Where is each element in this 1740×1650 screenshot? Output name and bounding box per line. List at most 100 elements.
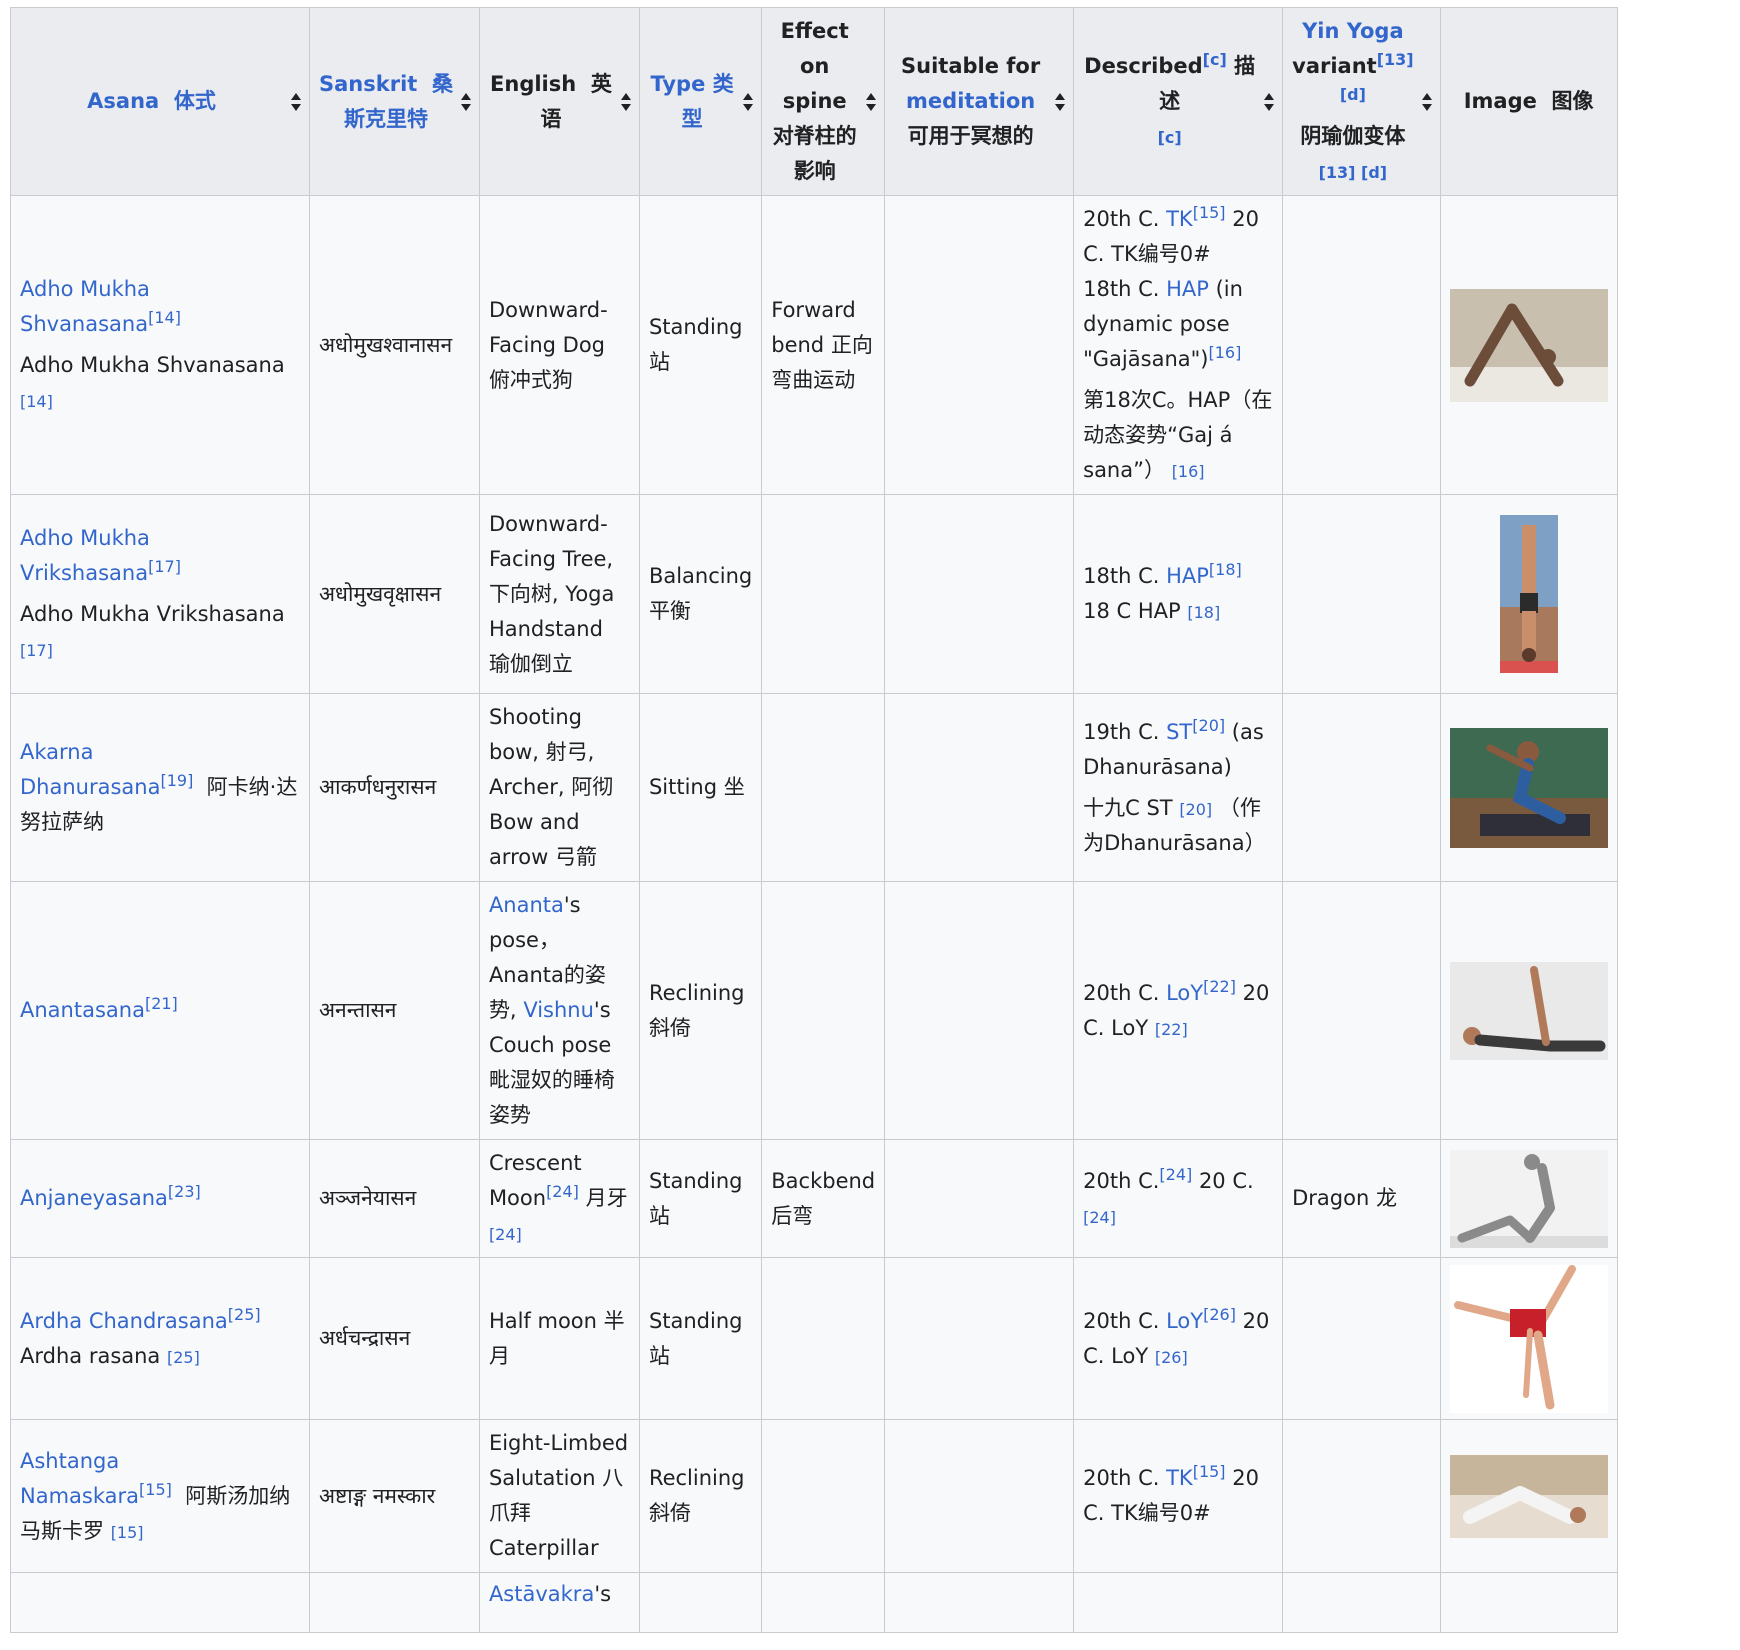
source-link[interactable]: TK (1166, 1466, 1193, 1490)
described-text: 20th C. (1083, 1308, 1160, 1333)
ref-link[interactable]: [16] (1208, 343, 1241, 362)
downward-dog-photo[interactable] (1449, 288, 1608, 402)
col-header-type[interactable]: Type 类型 (638, 7, 763, 196)
sort-icon[interactable] (1421, 92, 1432, 111)
english-cell: Eight-Limbed Salutation 八爪拜 Caterpillar (478, 1419, 640, 1573)
ref-link[interactable]: [15] (139, 1480, 172, 1499)
sanskrit-cell: अष्टाङ्ग नमस्कार (309, 1419, 480, 1573)
col-header-described[interactable]: Described[c] 描述 [c] (1073, 7, 1284, 196)
col-header-asana[interactable]: Asana 体式 (10, 7, 310, 196)
table-row: Adho Mukha Vrikshasana[17] Adho Mukha Vr… (10, 494, 1618, 694)
asana-link[interactable]: Adho Mukha Vrikshasana (20, 526, 150, 585)
table-row: Ashtanga Namaskara[15] 阿斯汤加纳马斯卡罗 [15] अष… (10, 1419, 1618, 1573)
ref-link[interactable]: [14] (20, 392, 53, 411)
ref-link[interactable]: [22] (1203, 977, 1236, 996)
english-text: 's (594, 1582, 612, 1606)
sort-icon[interactable] (291, 92, 301, 111)
english-cell: Ananta's pose，Ananta的姿势, Vishnu's Couch … (478, 881, 640, 1140)
sort-icon[interactable] (743, 92, 754, 111)
english-link[interactable]: Ananta (489, 893, 564, 917)
ref-link[interactable]: [17] (148, 557, 181, 576)
ref-link[interactable]: [24] (546, 1182, 579, 1201)
source-link[interactable]: HAP (1166, 564, 1209, 588)
sort-icon[interactable] (620, 92, 631, 111)
english-cell: Crescent Moon[24] 月牙 [24] (478, 1139, 640, 1258)
described-header-ref[interactable]: [c] (1158, 128, 1182, 147)
asana-cell: Akarna Dhanurasana[19] 阿卡纳·达努拉萨纳 (10, 693, 310, 882)
english-link[interactable]: Vishnu (523, 998, 594, 1022)
anantasana-photo[interactable] (1449, 961, 1608, 1060)
ref-link[interactable]: [18] (1209, 560, 1242, 579)
ref-link[interactable]: [16] (1172, 462, 1205, 481)
asana-link[interactable]: Ashtanga Namaskara (20, 1449, 139, 1508)
sort-icon[interactable] (866, 92, 877, 111)
described-header-sup[interactable]: [c] (1203, 50, 1227, 69)
ref-link[interactable]: [24] (489, 1225, 522, 1244)
asana-link[interactable]: Anantasana (20, 998, 145, 1022)
ref-link[interactable]: [26] (1155, 1348, 1188, 1367)
sort-icon[interactable] (1264, 92, 1275, 111)
crescent-moon-illustration[interactable] (1449, 1149, 1608, 1248)
ref-link[interactable]: [20] (1192, 716, 1225, 735)
ref-link[interactable]: [15] (111, 1523, 144, 1542)
eight-limbed-photo[interactable] (1449, 1454, 1608, 1538)
ref-link[interactable]: [17] (20, 641, 53, 660)
sanskrit-cell: अनन्तासन (309, 881, 480, 1140)
yin-header-ref[interactable]: [13] [d] (1319, 163, 1388, 182)
ref-link[interactable]: [23] (168, 1182, 201, 1201)
meditation-cell (884, 195, 1075, 495)
sort-icon[interactable] (1055, 92, 1066, 111)
asana-link[interactable]: Akarna Dhanurasana (20, 740, 160, 799)
english-link[interactable]: Astāvakra (489, 1582, 594, 1606)
col-header-spine[interactable]: Effect on spine 对脊柱的影响 (761, 7, 886, 196)
asana-header-link[interactable]: Asana (87, 89, 159, 113)
col-header-yin[interactable]: Yin Yoga variant[13][d] 阴瑜伽变体 [13] [d] (1282, 7, 1441, 196)
source-link[interactable]: LoY (1166, 981, 1203, 1005)
asana-header-cn[interactable]: 体式 (174, 89, 216, 113)
ref-link[interactable]: [21] (145, 994, 178, 1013)
archer-pose-photo[interactable] (1449, 727, 1608, 848)
english-cell: Half moon 半月 (478, 1257, 640, 1420)
image-header-label: Image (1463, 89, 1537, 113)
yin-cell: Dragon 龙 (1282, 1139, 1441, 1258)
table-row: Anantasana[21] अनन्तासन Ananta's pose，An… (10, 881, 1618, 1140)
ref-link[interactable]: [26] (1203, 1305, 1236, 1324)
ref-link[interactable]: [20] (1179, 800, 1212, 819)
ref-link[interactable]: [18] (1187, 603, 1220, 622)
sort-icon[interactable] (460, 92, 471, 111)
source-link[interactable]: LoY (1166, 1309, 1203, 1333)
ref-link[interactable]: [14] (148, 308, 181, 327)
ref-link[interactable]: [24] (1159, 1165, 1192, 1184)
half-moon-photo[interactable] (1449, 1264, 1608, 1413)
meditation-header-link[interactable]: meditation (906, 89, 1035, 113)
type-header-link[interactable]: Type (651, 72, 706, 96)
meditation-cell (884, 1572, 1075, 1633)
ref-link[interactable]: [25] (228, 1305, 261, 1324)
yin-cell (1282, 1257, 1441, 1420)
sanskrit-cell: अर्धचन्द्रासन (309, 1257, 480, 1420)
source-link[interactable]: ST (1166, 720, 1192, 744)
asana-link[interactable]: Adho Mukha Shvanasana (20, 277, 150, 336)
ref-link[interactable]: [15] (1193, 203, 1226, 222)
ref-link[interactable]: [19] (160, 771, 193, 790)
ref-link[interactable]: [24] (1083, 1208, 1116, 1227)
type-cell: Reclining 斜倚 (638, 1419, 763, 1573)
sanskrit-header-link[interactable]: Sanskrit (319, 72, 417, 96)
asana-link[interactable]: Ardha Chandrasana (20, 1309, 228, 1333)
asana-link[interactable]: Anjaneyasana (20, 1186, 168, 1210)
image-cell (1439, 1419, 1618, 1573)
yin-header-link[interactable]: Yin Yoga (1302, 19, 1404, 43)
meditation-cell (884, 1419, 1075, 1573)
source-link[interactable]: HAP (1166, 277, 1209, 301)
handstand-photo[interactable] (1499, 515, 1558, 673)
source-link[interactable]: TK (1166, 207, 1193, 231)
ref-link[interactable]: [15] (1193, 1462, 1226, 1481)
ref-link[interactable]: [25] (167, 1348, 200, 1367)
col-header-meditation[interactable]: Suitable for meditation 可用于冥想的 (884, 7, 1075, 196)
col-header-english[interactable]: English 英语 (478, 7, 640, 196)
col-header-sanskrit[interactable]: Sanskrit 桑斯克里特 (309, 7, 480, 196)
meditation-cell (884, 693, 1075, 882)
ref-link[interactable]: [22] (1155, 1020, 1188, 1039)
spine-cell (761, 1572, 886, 1633)
asana-cell: Anjaneyasana[23] (10, 1139, 310, 1258)
